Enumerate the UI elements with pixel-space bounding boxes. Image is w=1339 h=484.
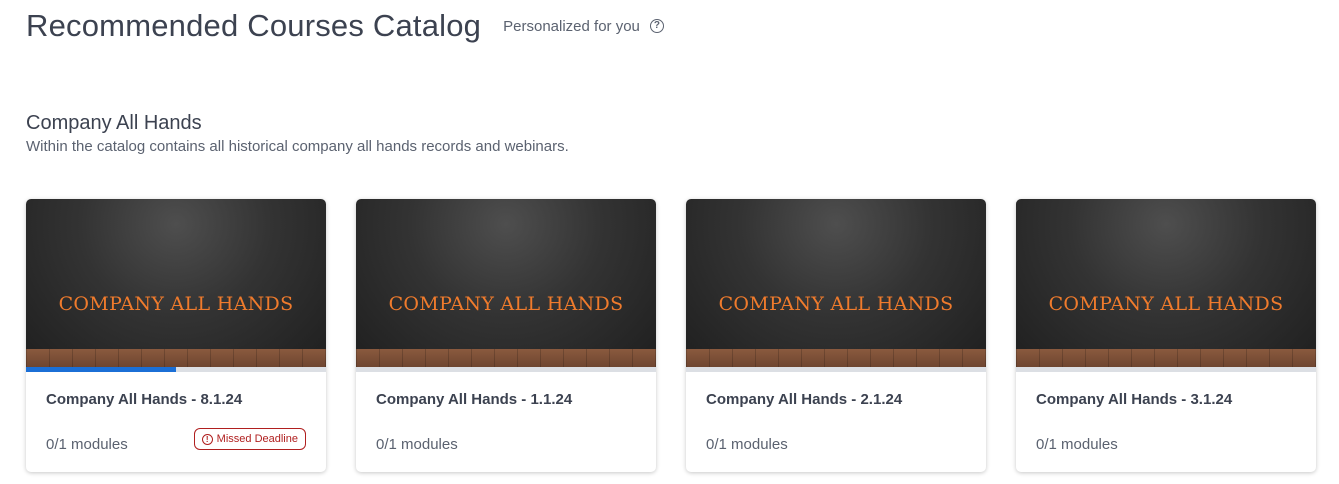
course-thumbnail[interactable]: COMPANY ALL HANDS bbox=[686, 199, 986, 367]
page-title: Recommended Courses Catalog bbox=[26, 8, 482, 43]
section-description: Within the catalog contains all historic… bbox=[26, 138, 569, 155]
module-count: 0/1 modules bbox=[1036, 436, 1118, 453]
course-thumbnail[interactable]: COMPANY ALL HANDS bbox=[26, 199, 326, 367]
progress-bar bbox=[356, 367, 656, 372]
progress-fill bbox=[26, 367, 176, 372]
info-circle-icon: ! bbox=[201, 433, 213, 445]
thumbnail-text: COMPANY ALL HANDS bbox=[718, 293, 954, 315]
section-title: Company All Hands bbox=[26, 112, 202, 134]
course-card[interactable]: COMPANY ALL HANDS Company All Hands - 2.… bbox=[686, 199, 986, 472]
badge-label: Missed Deadline bbox=[216, 433, 298, 445]
question-circle-icon[interactable]: ? bbox=[649, 19, 664, 33]
stage-floor bbox=[26, 349, 326, 367]
personalized-label: Personalized for you ? bbox=[503, 18, 664, 35]
course-title[interactable]: Company All Hands - 8.1.24 bbox=[46, 391, 242, 408]
thumbnail-text: COMPANY ALL HANDS bbox=[58, 293, 294, 315]
thumbnail-text: COMPANY ALL HANDS bbox=[1048, 293, 1284, 315]
module-count: 0/1 modules bbox=[376, 436, 458, 453]
course-thumbnail[interactable]: COMPANY ALL HANDS bbox=[1016, 199, 1316, 367]
course-card[interactable]: COMPANY ALL HANDS Company All Hands - 1.… bbox=[356, 199, 656, 472]
course-card[interactable]: COMPANY ALL HANDS Company All Hands - 8.… bbox=[26, 199, 326, 472]
course-title[interactable]: Company All Hands - 1.1.24 bbox=[376, 391, 572, 408]
progress-bar bbox=[1016, 367, 1316, 372]
thumbnail-text: COMPANY ALL HANDS bbox=[388, 293, 624, 315]
stage-floor bbox=[1016, 349, 1316, 367]
page-header: Recommended Courses Catalog Personalized… bbox=[26, 8, 664, 44]
course-title[interactable]: Company All Hands - 2.1.24 bbox=[706, 391, 902, 408]
course-card-list: COMPANY ALL HANDS Company All Hands - 8.… bbox=[26, 199, 1316, 472]
module-count: 0/1 modules bbox=[46, 436, 128, 453]
progress-bar bbox=[26, 367, 326, 372]
stage-floor bbox=[686, 349, 986, 367]
progress-bar bbox=[686, 367, 986, 372]
module-count: 0/1 modules bbox=[706, 436, 788, 453]
course-card[interactable]: COMPANY ALL HANDS Company All Hands - 3.… bbox=[1016, 199, 1316, 472]
course-thumbnail[interactable]: COMPANY ALL HANDS bbox=[356, 199, 656, 367]
course-title[interactable]: Company All Hands - 3.1.24 bbox=[1036, 391, 1232, 408]
stage-floor bbox=[356, 349, 656, 367]
subtitle-text: Personalized for you bbox=[503, 17, 640, 35]
missed-deadline-badge: ! Missed Deadline bbox=[193, 428, 306, 450]
